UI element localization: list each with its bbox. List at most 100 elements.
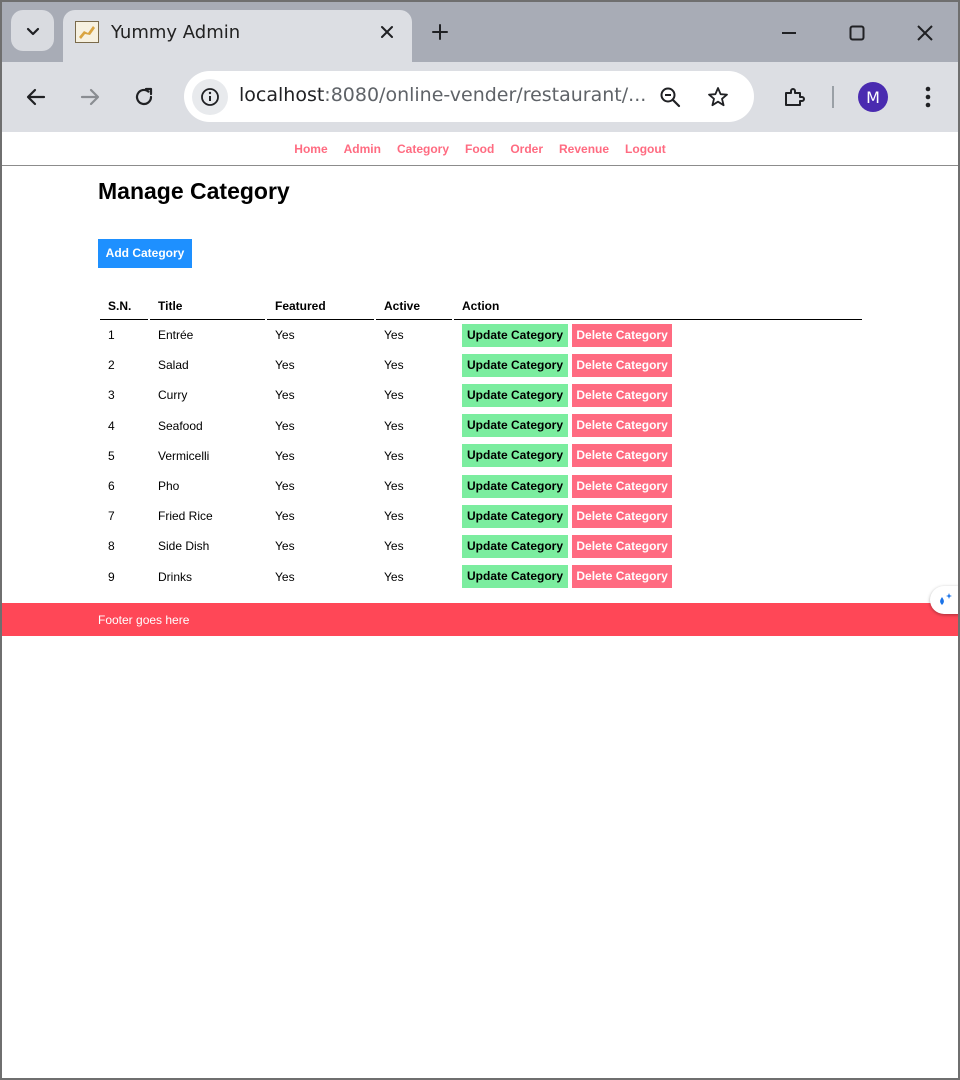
table-row: 6 Pho Yes Yes Update Category Delete Categor… bbox=[100, 471, 862, 501]
cell-featured: Yes bbox=[275, 328, 295, 343]
cell-sn: 7 bbox=[108, 509, 115, 524]
page-title: Manage Category bbox=[98, 178, 290, 204]
table-row: 7 Fried Rice Yes Yes Update Category Delete … bbox=[100, 501, 862, 531]
toolbar-divider bbox=[832, 86, 834, 108]
cell-featured: Yes bbox=[275, 448, 295, 463]
delete-category-button[interactable]: Delete Category bbox=[572, 565, 672, 589]
table-row: 9 Drinks Yes Yes Update Category Delete Cate… bbox=[100, 562, 862, 592]
new-tab-icon[interactable] bbox=[426, 18, 454, 46]
delete-category-button[interactable]: Delete Category bbox=[572, 383, 672, 407]
update-category-button[interactable]: Update Category bbox=[462, 474, 569, 498]
nav-home[interactable]: Home bbox=[294, 132, 327, 166]
update-category-button[interactable]: Update Category bbox=[462, 444, 569, 468]
cell-action: Update Category Delete Category bbox=[454, 350, 862, 380]
nav-order[interactable]: Order bbox=[510, 132, 543, 166]
update-category-button[interactable]: Update Category bbox=[462, 383, 569, 407]
category-table: S.N. Title Featured Active Action 1 Entré… bbox=[98, 293, 864, 592]
url-text[interactable]: localhost:8080/online-vender/restaurant/… bbox=[239, 84, 646, 106]
cell-title: Pho bbox=[158, 479, 180, 494]
update-category-button[interactable]: Update Category bbox=[462, 534, 569, 558]
delete-category-button[interactable]: Delete Category bbox=[572, 444, 672, 468]
url-path: :8080/online-vender/restaurant/... bbox=[324, 84, 647, 106]
update-category-button[interactable]: Update Category bbox=[462, 504, 569, 528]
url-host: localhost bbox=[239, 84, 325, 106]
cell-title: Vermicelli bbox=[158, 448, 210, 463]
delete-category-button[interactable]: Delete Category bbox=[572, 504, 672, 528]
site-info-icon[interactable] bbox=[192, 79, 228, 115]
cell-active: Yes bbox=[384, 418, 404, 433]
header-action: Action bbox=[454, 293, 862, 320]
cell-action: Update Category Delete Category bbox=[454, 380, 862, 410]
update-category-button[interactable]: Update Category bbox=[462, 353, 569, 377]
nav-food[interactable]: Food bbox=[465, 132, 494, 166]
cell-featured: Yes bbox=[275, 388, 295, 403]
cell-featured: Yes bbox=[275, 509, 295, 524]
footer: Footer goes here bbox=[2, 603, 958, 636]
delete-category-button[interactable]: Delete Category bbox=[572, 323, 672, 347]
cell-action: Update Category Delete Category bbox=[454, 562, 862, 592]
header-featured: Featured bbox=[267, 293, 374, 320]
main-content: Manage Category Add Category S.N. Title … bbox=[98, 167, 868, 589]
cell-title: Side Dish bbox=[158, 539, 210, 554]
page-viewport: Home Admin Category Food Order Revenue Logout … bbox=[2, 132, 958, 1078]
bookmark-star-icon[interactable] bbox=[704, 83, 732, 111]
cell-title: Drinks bbox=[158, 569, 193, 584]
close-window-icon[interactable] bbox=[910, 18, 940, 48]
cell-title: Fried Rice bbox=[158, 509, 213, 524]
header-title: Title bbox=[150, 293, 265, 320]
update-category-button[interactable]: Update Category bbox=[462, 323, 569, 347]
minimize-icon[interactable] bbox=[774, 18, 804, 48]
more-menu-icon[interactable] bbox=[910, 79, 946, 115]
table-row: 8 Side Dish Yes Yes Update Category Delete C… bbox=[100, 531, 862, 561]
assistant-sparkle-icon[interactable] bbox=[930, 586, 958, 614]
zoom-out-icon[interactable] bbox=[656, 83, 684, 111]
header-sn: S.N. bbox=[100, 293, 148, 320]
table-header-row: S.N. Title Featured Active Action bbox=[100, 293, 862, 320]
cell-sn: 5 bbox=[108, 448, 115, 463]
address-bar[interactable]: localhost:8080/online-vender/restaurant/… bbox=[184, 71, 754, 122]
cell-action: Update Category Delete Category bbox=[454, 411, 862, 441]
browser-tab[interactable]: Yummy Admin bbox=[63, 10, 412, 62]
nav-admin[interactable]: Admin bbox=[344, 132, 381, 166]
cell-sn: 2 bbox=[108, 358, 115, 373]
maximize-icon[interactable] bbox=[842, 18, 872, 48]
reload-icon[interactable] bbox=[126, 79, 162, 115]
tab-search-button[interactable] bbox=[11, 10, 54, 51]
nav-revenue[interactable]: Revenue bbox=[559, 132, 609, 166]
table-row: 3 Curry Yes Yes Update Category Delete Categ… bbox=[100, 380, 862, 410]
cell-featured: Yes bbox=[275, 539, 295, 554]
update-category-button[interactable]: Update Category bbox=[462, 414, 569, 438]
delete-category-button[interactable]: Delete Category bbox=[572, 353, 672, 377]
table-body: 1 Entrée Yes Yes Update Category Delete Cate… bbox=[100, 320, 862, 592]
extensions-puzzle-icon[interactable] bbox=[776, 79, 812, 115]
cell-active: Yes bbox=[384, 509, 404, 524]
cell-sn: 9 bbox=[108, 569, 115, 584]
cell-title: Seafood bbox=[158, 418, 203, 433]
delete-category-button[interactable]: Delete Category bbox=[572, 414, 672, 438]
table-row: 1 Entrée Yes Yes Update Category Delete Cate… bbox=[100, 320, 862, 350]
cell-sn: 1 bbox=[108, 328, 115, 343]
cell-action: Update Category Delete Category bbox=[454, 441, 862, 471]
footer-text: Footer goes here bbox=[98, 613, 190, 627]
nav-logout[interactable]: Logout bbox=[625, 132, 666, 166]
cell-featured: Yes bbox=[275, 358, 295, 373]
tab-title: Yummy Admin bbox=[111, 22, 241, 43]
forward-arrow-icon[interactable] bbox=[72, 79, 108, 115]
profile-avatar[interactable]: M bbox=[858, 82, 888, 112]
chevron-down-icon bbox=[26, 27, 39, 35]
tab-close-icon[interactable] bbox=[375, 20, 399, 44]
back-arrow-icon[interactable] bbox=[18, 79, 54, 115]
cell-active: Yes bbox=[384, 569, 404, 584]
cell-title: Salad bbox=[158, 358, 189, 373]
cell-title: Entrée bbox=[158, 328, 194, 343]
cell-featured: Yes bbox=[275, 569, 295, 584]
cell-action: Update Category Delete Category bbox=[454, 501, 862, 531]
cell-active: Yes bbox=[384, 388, 404, 403]
add-category-button[interactable]: Add Category bbox=[98, 239, 192, 268]
nav-category[interactable]: Category bbox=[397, 132, 449, 166]
cell-sn: 6 bbox=[108, 479, 115, 494]
update-category-button[interactable]: Update Category bbox=[462, 565, 569, 589]
delete-category-button[interactable]: Delete Category bbox=[572, 534, 672, 558]
delete-category-button[interactable]: Delete Category bbox=[572, 474, 672, 498]
cell-sn: 8 bbox=[108, 539, 115, 554]
